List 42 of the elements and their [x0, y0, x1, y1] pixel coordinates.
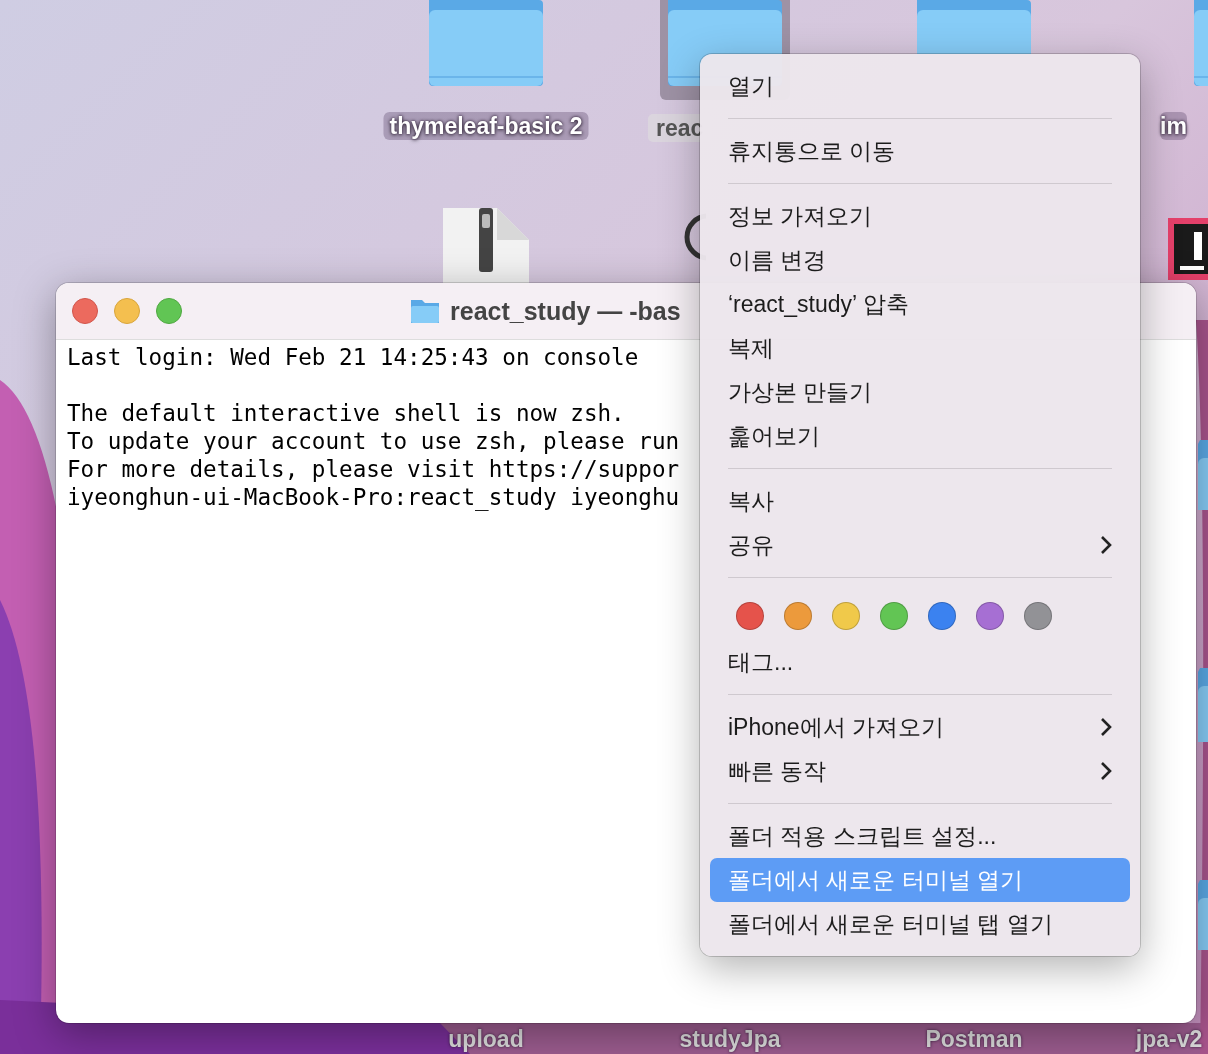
folder-icon[interactable]: [1196, 880, 1208, 950]
menu-item[interactable]: 훑어보기: [710, 414, 1130, 458]
terminal-line: Last login: Wed Feb 21 14:25:43 on console: [67, 343, 639, 371]
zoom-button[interactable]: [156, 298, 182, 324]
tag-color-dot[interactable]: [832, 602, 860, 630]
menu-item[interactable]: ‘react_study’ 압축: [710, 282, 1130, 326]
menu-item[interactable]: iPhone에서 가져오기: [710, 705, 1130, 749]
window-title: react_study — -bas: [450, 296, 681, 326]
app-icon[interactable]: [1168, 218, 1208, 280]
menu-item[interactable]: 정보 가져오기: [710, 194, 1130, 238]
menu-item[interactable]: 폴더 적용 스크립트 설정...: [710, 814, 1130, 858]
folder-icon[interactable]: [915, 0, 1033, 54]
folder-icon[interactable]: [1196, 440, 1208, 510]
folder-icon: [410, 298, 440, 324]
chevron-right-icon: [1100, 761, 1112, 781]
menu-item[interactable]: 휴지통으로 이동: [710, 129, 1130, 173]
folder-icon[interactable]: [1196, 668, 1208, 742]
menu-item[interactable]: 빠른 동작: [710, 749, 1130, 793]
zip-file-icon[interactable]: [443, 208, 529, 284]
tag-color-dot[interactable]: [1024, 602, 1052, 630]
tag-color-dot[interactable]: [736, 602, 764, 630]
menu-item[interactable]: 공유: [710, 523, 1130, 567]
menu-item[interactable]: 복제: [710, 326, 1130, 370]
menu-item[interactable]: 복사: [710, 479, 1130, 523]
close-button[interactable]: [72, 298, 98, 324]
tag-color-dot[interactable]: [976, 602, 1004, 630]
menu-item[interactable]: 열기: [710, 64, 1130, 108]
terminal-line: To update your account to use zsh, please run: [67, 427, 680, 455]
menu-item[interactable]: 이름 변경: [710, 238, 1130, 282]
chevron-right-icon: [1100, 535, 1112, 555]
tag-color-dot[interactable]: [784, 602, 812, 630]
menu-item[interactable]: 태그...: [710, 640, 1130, 684]
terminal-line: For more details, please visit https://suppor: [67, 455, 680, 483]
tag-color-dot[interactable]: [928, 602, 956, 630]
terminal-line: iyeonghun-ui-MacBook-Pro:react_study iyeonghu: [67, 483, 680, 511]
tag-color-dot[interactable]: [880, 602, 908, 630]
terminal-line: The default interactive shell is now zsh.: [67, 399, 625, 427]
menu-item[interactable]: 폴더에서 새로운 터미널 탭 열기: [710, 902, 1130, 946]
menu-item[interactable]: 가상본 만들기: [710, 370, 1130, 414]
folder-icon[interactable]: [427, 0, 545, 88]
minimize-button[interactable]: [114, 298, 140, 324]
chevron-right-icon: [1100, 717, 1112, 737]
